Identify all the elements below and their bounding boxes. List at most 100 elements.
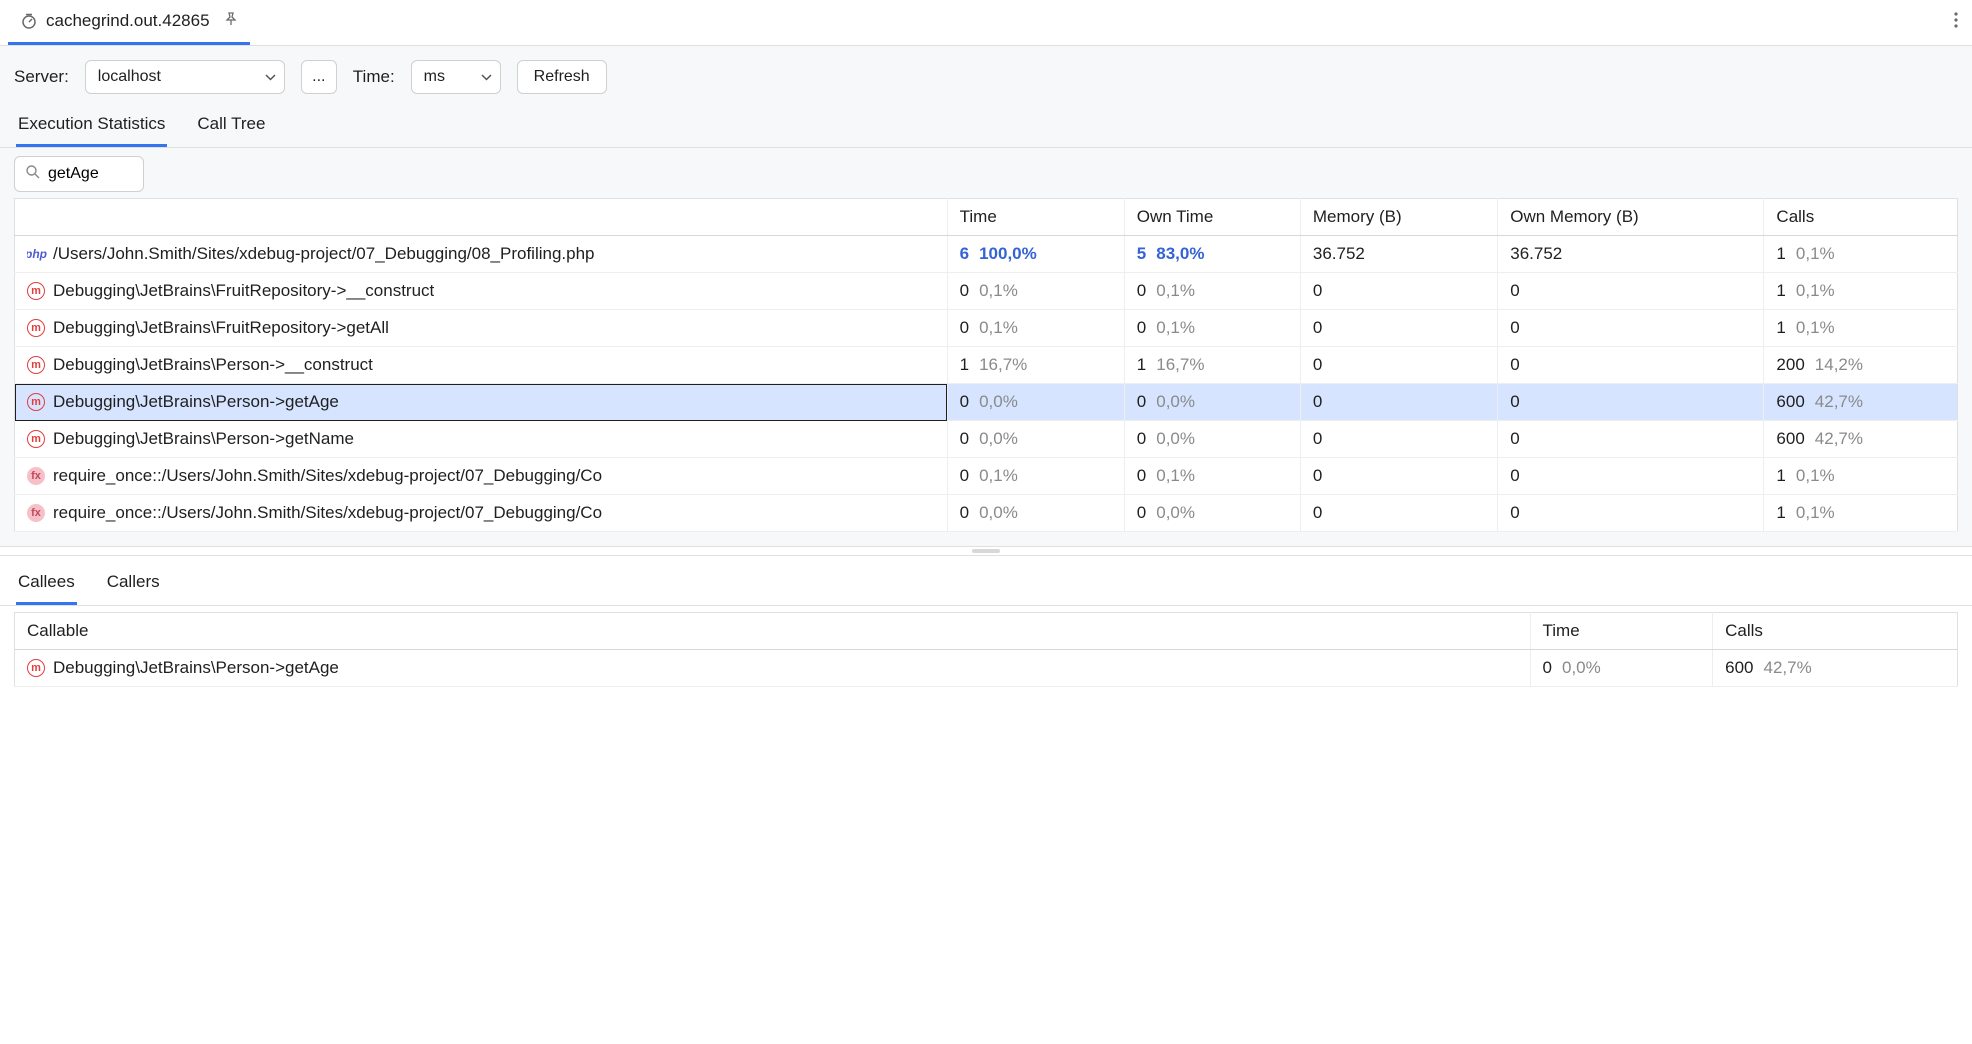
cell-time: 116,7% [947,347,1124,384]
table-row[interactable]: m Debugging\JetBrains\Person->getAge 00,0%… [15,384,1958,421]
cell-own-time: 00,1% [1124,458,1300,495]
cell-own-time: 00,0% [1124,421,1300,458]
view-tabs: Execution Statistics Call Tree [0,98,1972,148]
cell-time: 00,0% [1530,650,1713,687]
table-row[interactable]: m Debugging\JetBrains\FruitRepository->__… [15,273,1958,310]
table-row[interactable]: mDebugging\JetBrains\Person->getAge00,0%… [15,650,1958,687]
detail-tabs: Callees Callers [0,556,1972,606]
cell-calls: 10,1% [1764,273,1958,310]
cell-own-time: 00,0% [1124,495,1300,532]
more-menu-icon[interactable] [1948,12,1964,33]
col-own-time[interactable]: Own Time [1124,199,1300,236]
cell-memory: 0 [1300,310,1497,347]
cell-time: 00,1% [947,310,1124,347]
detail-panel: Callable Time Calls mDebugging\JetBrains… [0,612,1972,705]
server-select[interactable]: localhost [85,60,285,94]
callable-name: require_once::/Users/John.Smith/Sites/xd… [53,503,602,523]
col-calls[interactable]: Calls [1713,613,1958,650]
cell-own-memory: 0 [1498,310,1764,347]
col-calls[interactable]: Calls [1764,199,1958,236]
search-input[interactable] [48,165,133,183]
col-time[interactable]: Time [1530,613,1713,650]
cell-calls: 10,1% [1764,310,1958,347]
tab-callees[interactable]: Callees [16,566,77,605]
cell-time: 00,0% [947,421,1124,458]
table-row[interactable]: fx require_once::/Users/John.Smith/Sites/… [15,495,1958,532]
cell-time: 00,1% [947,458,1124,495]
table-row[interactable]: mDebugging\JetBrains\Person->getName00,0… [15,421,1958,458]
file-tab-bar: cachegrind.out.42865 [0,0,1972,46]
method-icon: m [27,393,45,411]
callees-table: Callable Time Calls mDebugging\JetBrains… [14,612,1958,687]
callable-name: Debugging\JetBrains\Person->getAge [53,392,339,412]
table-row[interactable]: mDebugging\JetBrains\FruitRepository->ge… [15,310,1958,347]
method-icon: m [27,319,45,337]
search-icon [25,164,40,184]
php-file-icon: php [27,245,45,263]
cell-memory: 0 [1300,458,1497,495]
cell-calls: 60042,7% [1764,421,1958,458]
server-label: Server: [14,67,69,87]
method-icon: m [27,356,45,374]
server-select-value: localhost [98,68,161,86]
col-memory[interactable]: Memory (B) [1300,199,1497,236]
refresh-button[interactable]: Refresh [517,60,607,94]
cell-own-memory: 0 [1498,273,1764,310]
cell-memory: 0 [1300,495,1497,532]
callable-name: Debugging\JetBrains\Person->getAge [53,658,339,678]
toolbar: Server: localhost ... Time: ms Refresh [0,46,1972,98]
callable-name: require_once::/Users/John.Smith/Sites/xd… [53,466,602,486]
cell-own-memory: 36.752 [1498,236,1764,273]
function-icon: fx [27,467,45,485]
stats-table: Time Own Time Memory (B) Own Memory (B) … [14,198,1958,532]
cell-calls: 10,1% [1764,458,1958,495]
cell-calls: 60042,7% [1713,650,1958,687]
table-row[interactable]: php/Users/John.Smith/Sites/xdebug-projec… [15,236,1958,273]
server-browse-button[interactable]: ... [301,60,337,94]
table-row[interactable]: fx require_once::/Users/John.Smith/Sites/… [15,458,1958,495]
callable-name: Debugging\JetBrains\FruitRepository->__c… [53,281,434,301]
file-tab-title: cachegrind.out.42865 [46,11,210,31]
tab-callers[interactable]: Callers [105,566,162,605]
time-unit-select[interactable]: ms [411,60,501,94]
main-panel: Time Own Time Memory (B) Own Memory (B) … [0,148,1972,546]
cell-own-memory: 0 [1498,458,1764,495]
col-own-memory[interactable]: Own Memory (B) [1498,199,1764,236]
col-time[interactable]: Time [947,199,1124,236]
tab-execution-statistics[interactable]: Execution Statistics [16,108,167,147]
cell-own-time: 583,0% [1124,236,1300,273]
cell-calls: 20014,2% [1764,347,1958,384]
splitter[interactable] [0,546,1972,556]
profiler-icon [20,12,38,30]
cell-memory: 0 [1300,347,1497,384]
col-callable[interactable]: Callable [15,613,1531,650]
cell-calls: 10,1% [1764,495,1958,532]
cell-own-memory: 0 [1498,384,1764,421]
cell-own-memory: 0 [1498,495,1764,532]
table-header-row: Time Own Time Memory (B) Own Memory (B) … [15,199,1958,236]
table-header-row: Callable Time Calls [15,613,1958,650]
col-callable[interactable] [15,199,948,236]
cell-own-time: 00,1% [1124,273,1300,310]
cell-own-time: 00,1% [1124,310,1300,347]
file-tab[interactable]: cachegrind.out.42865 [8,0,250,45]
cell-calls: 60042,7% [1764,384,1958,421]
time-label: Time: [353,67,395,87]
table-row[interactable]: m Debugging\JetBrains\Person->__construct… [15,347,1958,384]
callable-name: Debugging\JetBrains\Person->__construct [53,355,373,375]
cell-memory: 36.752 [1300,236,1497,273]
cell-memory: 0 [1300,421,1497,458]
cell-own-time: 116,7% [1124,347,1300,384]
method-icon: m [27,282,45,300]
callable-name: /Users/John.Smith/Sites/xdebug-project/0… [53,244,595,264]
pin-icon[interactable] [224,11,238,31]
function-icon: fx [27,504,45,522]
cell-memory: 0 [1300,273,1497,310]
cell-time: 00,0% [947,495,1124,532]
method-icon: m [27,430,45,448]
search-input-wrap[interactable] [14,156,144,192]
tab-call-tree[interactable]: Call Tree [195,108,267,147]
cell-calls: 10,1% [1764,236,1958,273]
chevron-down-icon [265,68,276,86]
cell-time: 00,0% [947,384,1124,421]
